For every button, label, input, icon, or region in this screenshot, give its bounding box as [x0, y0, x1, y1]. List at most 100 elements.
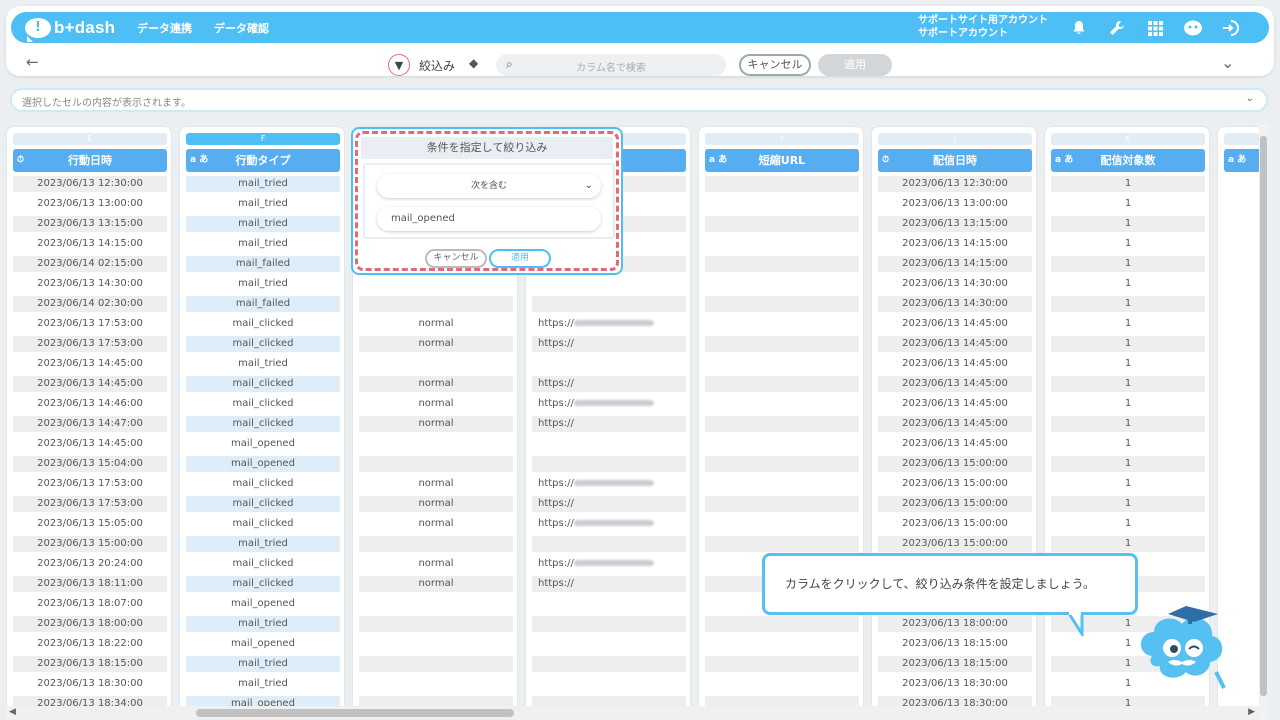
table-cell[interactable]: [705, 296, 859, 316]
table-cell[interactable]: 2023/06/13 18:11:00: [13, 576, 167, 596]
table-cell[interactable]: 1: [1051, 296, 1205, 316]
table-cell[interactable]: 2023/06/13 13:00:00: [13, 196, 167, 216]
column[interactable]: Ia あ 短縮URL: [698, 126, 864, 720]
table-cell[interactable]: mail_clicked: [186, 476, 340, 496]
table-cell[interactable]: [705, 236, 859, 256]
table-cell[interactable]: 1: [1051, 496, 1205, 516]
horizontal-scrollbar[interactable]: ◀ ▶: [6, 706, 1259, 720]
table-cell[interactable]: [359, 676, 513, 696]
table-cell[interactable]: 2023/06/13 13:00:00: [878, 196, 1032, 216]
table-cell[interactable]: normal: [359, 516, 513, 536]
table-cell[interactable]: [359, 456, 513, 476]
table-cell[interactable]: 1: [1051, 416, 1205, 436]
table-cell[interactable]: mail_clicked: [186, 376, 340, 396]
table-cell[interactable]: 2023/06/13 14:30:00: [878, 276, 1032, 296]
table-cell[interactable]: mail_clicked: [186, 556, 340, 576]
table-cell[interactable]: https://: [532, 496, 686, 516]
operator-select[interactable]: 次を含む ⌄: [377, 174, 601, 198]
table-cell[interactable]: [532, 276, 686, 296]
table-cell[interactable]: 2023/06/13 15:00:00: [878, 476, 1032, 496]
logout-icon[interactable]: [1219, 16, 1243, 40]
table-cell[interactable]: 2023/06/13 13:15:00: [878, 216, 1032, 236]
table-cell[interactable]: normal: [359, 376, 513, 396]
table-cell[interactable]: [359, 276, 513, 296]
table-cell[interactable]: 2023/06/13 14:45:00: [878, 396, 1032, 416]
table-cell[interactable]: mail_failed: [186, 256, 340, 276]
table-cell[interactable]: [359, 356, 513, 376]
table-cell[interactable]: [705, 636, 859, 656]
table-cell[interactable]: 1: [1051, 176, 1205, 196]
table-cell[interactable]: 2023/06/13 15:04:00: [13, 456, 167, 476]
table-cell[interactable]: [705, 436, 859, 456]
bell-icon[interactable]: [1067, 16, 1091, 40]
table-cell[interactable]: 2023/06/13 13:15:00: [13, 216, 167, 236]
table-cell[interactable]: 1: [1051, 256, 1205, 276]
table-cell[interactable]: 2023/06/13 14:45:00: [13, 436, 167, 456]
wrench-icon[interactable]: [1105, 16, 1129, 40]
table-cell[interactable]: normal: [359, 396, 513, 416]
column-letter[interactable]: E: [13, 133, 167, 145]
table-cell[interactable]: 2023/06/13 14:45:00: [13, 356, 167, 376]
table-cell[interactable]: 2023/06/13 14:15:00: [878, 236, 1032, 256]
table-cell[interactable]: 2023/06/13 12:30:00: [13, 176, 167, 196]
table-cell[interactable]: [532, 456, 686, 476]
table-cell[interactable]: [359, 436, 513, 456]
table-cell[interactable]: [705, 356, 859, 376]
table-cell[interactable]: mail_clicked: [186, 416, 340, 436]
table-cell[interactable]: mail_tried: [186, 676, 340, 696]
table-cell[interactable]: 2023/06/13 18:00:00: [878, 616, 1032, 636]
table-cell[interactable]: [705, 376, 859, 396]
filter-value-input[interactable]: mail_opened: [377, 207, 601, 231]
clear-filter-icon[interactable]: ◆: [469, 56, 478, 70]
scroll-left-icon[interactable]: ◀: [9, 707, 16, 717]
table-cell[interactable]: 2023/06/13 18:15:00: [878, 656, 1032, 676]
column-header[interactable]: a あ 配信対象数: [1051, 149, 1205, 172]
table-cell[interactable]: [705, 476, 859, 496]
column-search-input[interactable]: ⌕ カラム名で検索: [496, 54, 726, 76]
table-cell[interactable]: [532, 636, 686, 656]
table-cell[interactable]: 2023/06/13 17:53:00: [13, 496, 167, 516]
table-cell[interactable]: [705, 256, 859, 276]
table-cell[interactable]: 1: [1051, 316, 1205, 336]
column-header[interactable]: ⏱ 行動日時: [13, 149, 167, 172]
table-cell[interactable]: [705, 176, 859, 196]
cancel-button[interactable]: キャンセル: [739, 54, 811, 76]
table-cell[interactable]: 2023/06/13 14:45:00: [878, 336, 1032, 356]
table-cell[interactable]: 2023/06/14 02:30:00: [13, 296, 167, 316]
table-cell[interactable]: mail_clicked: [186, 496, 340, 516]
table-cell[interactable]: 2023/06/13 17:53:00: [13, 476, 167, 496]
table-cell[interactable]: 2023/06/13 14:15:00: [13, 236, 167, 256]
table-cell[interactable]: [359, 296, 513, 316]
scroll-right-icon[interactable]: ▶: [1248, 707, 1255, 717]
table-cell[interactable]: [705, 616, 859, 636]
popup-cancel-button[interactable]: キャンセル: [425, 249, 487, 268]
table-cell[interactable]: [705, 416, 859, 436]
table-cell[interactable]: [705, 216, 859, 236]
table-cell[interactable]: 2023/06/13 20:24:00: [13, 556, 167, 576]
table-cell[interactable]: 2023/06/13 15:00:00: [878, 516, 1032, 536]
apply-button[interactable]: 適用: [818, 54, 892, 76]
table-cell[interactable]: https://: [532, 396, 686, 416]
table-cell[interactable]: 2023/06/13 17:53:00: [13, 316, 167, 336]
column[interactable]: E ⏱ 行動日時 2023/06/13 12:30:00 2023/06/13 13:0…: [6, 126, 172, 720]
column-letter[interactable]: J: [878, 133, 1032, 145]
table-cell[interactable]: [705, 456, 859, 476]
table-cell[interactable]: mail_tried: [186, 276, 340, 296]
table-cell[interactable]: [705, 316, 859, 336]
column-letter[interactable]: F: [186, 133, 340, 145]
table-cell[interactable]: [705, 496, 859, 516]
table-cell[interactable]: 2023/06/13 14:45:00: [878, 436, 1032, 456]
table-cell[interactable]: https://: [532, 476, 686, 496]
table-cell[interactable]: https://: [532, 316, 686, 336]
table-cell[interactable]: [532, 536, 686, 556]
column-header[interactable]: a あ 短縮URL: [705, 149, 859, 172]
column[interactable]: Fa あ行動タイプ mail_tried mail_tried mail_tried m…: [179, 126, 345, 720]
table-cell[interactable]: normal: [359, 336, 513, 356]
table-cell[interactable]: 2023/06/13 15:00:00: [878, 496, 1032, 516]
table-cell[interactable]: 2023/06/13 14:30:00: [878, 296, 1032, 316]
table-cell[interactable]: https://: [532, 556, 686, 576]
table-cell[interactable]: 2023/06/13 18:30:00: [13, 676, 167, 696]
table-cell[interactable]: 1: [1051, 216, 1205, 236]
table-cell[interactable]: mail_tried: [186, 196, 340, 216]
table-cell[interactable]: [359, 596, 513, 616]
